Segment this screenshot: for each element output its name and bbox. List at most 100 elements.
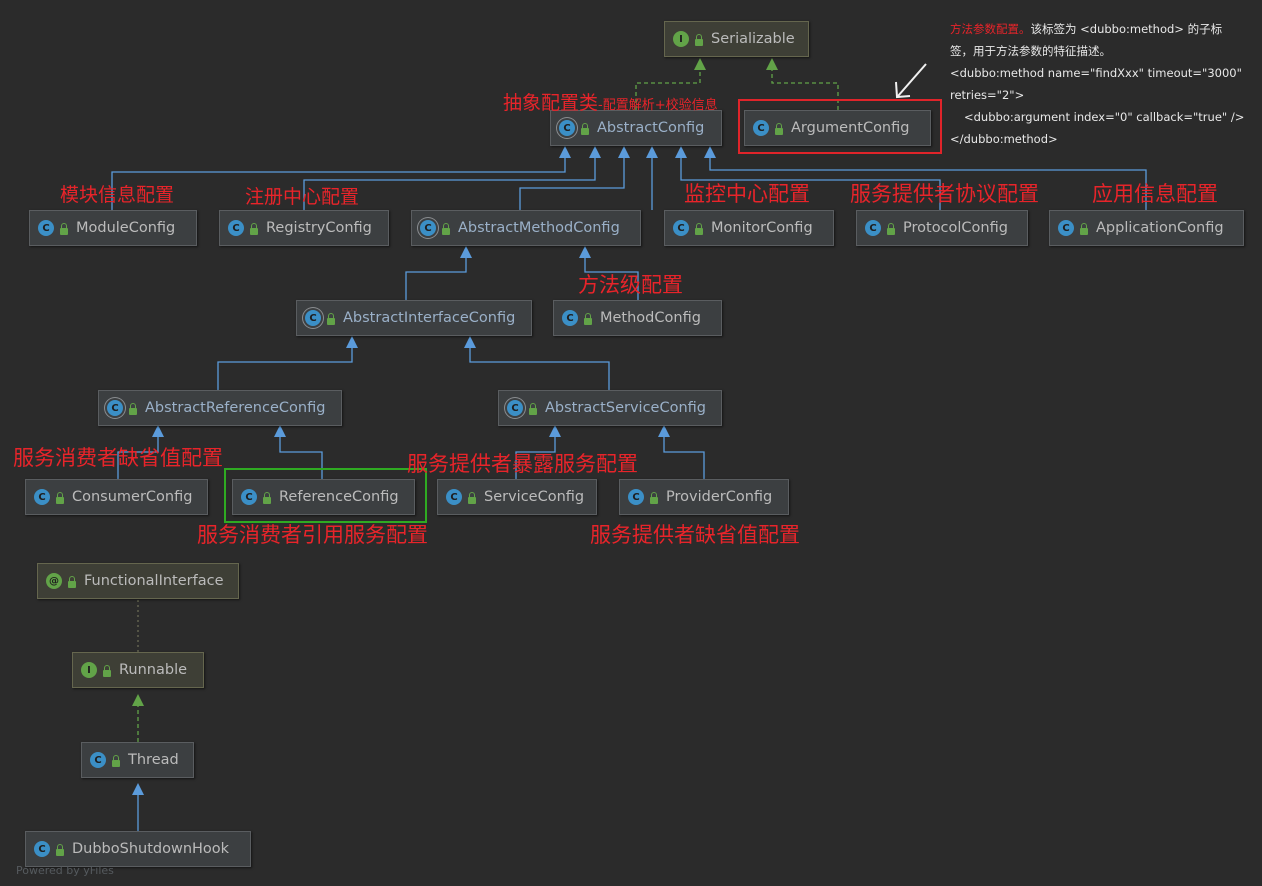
- node-label: RegistryConfig: [266, 220, 372, 236]
- lock-icon: [529, 402, 537, 415]
- lock-icon: [775, 122, 783, 135]
- lock-icon: [650, 491, 658, 504]
- node-abstract-reference-config[interactable]: C AbstractReferenceConfig: [98, 390, 342, 426]
- node-reference-config[interactable]: C ReferenceConfig: [232, 479, 415, 515]
- node-label: Serializable: [711, 31, 795, 47]
- annotation-abstract-config: 抽象配置类-配置解析+校验信息: [503, 88, 718, 115]
- lock-icon: [695, 33, 703, 46]
- info-line-1-rest: 该标签为 <dubbo:method> 的子标: [1030, 22, 1223, 36]
- node-service-config[interactable]: C ServiceConfig: [437, 479, 597, 515]
- class-icon: C: [628, 489, 644, 505]
- annotation-module: 模块信息配置: [60, 184, 175, 206]
- abstract-class-icon: C: [559, 120, 575, 136]
- node-label: DubboShutdownHook: [72, 841, 230, 857]
- info-line-3: <dubbo:method name="findXxx" timeout="30…: [950, 66, 1242, 80]
- node-label: ProviderConfig: [666, 489, 773, 505]
- lock-icon: [250, 222, 258, 235]
- lock-icon: [60, 222, 68, 235]
- node-label: ReferenceConfig: [279, 489, 399, 505]
- class-icon: C: [1058, 220, 1074, 236]
- node-label: ModuleConfig: [76, 220, 176, 236]
- class-icon: C: [446, 489, 462, 505]
- lock-icon: [112, 754, 120, 767]
- annotation-monitor: 监控中心配置: [684, 182, 810, 206]
- lock-icon: [442, 222, 450, 235]
- annotation-protocol: 服务提供者协议配置: [850, 182, 1039, 206]
- annotation-provider: 服务提供者缺省值配置: [590, 523, 800, 547]
- lock-icon: [103, 664, 111, 677]
- argument-config-description: 方法参数配置。该标签为 <dubbo:method> 的子标 签，用于方法参数的…: [950, 18, 1260, 150]
- annotation-icon: @: [46, 573, 62, 589]
- node-abstract-method-config[interactable]: C AbstractMethodConfig: [411, 210, 641, 246]
- interface-icon: I: [673, 31, 689, 47]
- node-label: MethodConfig: [600, 310, 701, 326]
- node-method-config[interactable]: C MethodConfig: [553, 300, 722, 336]
- lock-icon: [56, 843, 64, 856]
- class-icon: C: [865, 220, 881, 236]
- edge-abstractserviceconfig: [464, 336, 610, 390]
- node-label: ApplicationConfig: [1096, 220, 1224, 236]
- node-provider-config[interactable]: C ProviderConfig: [619, 479, 789, 515]
- node-abstract-config[interactable]: C AbstractConfig: [550, 110, 722, 146]
- annotation-reference: 服务消费者引用服务配置: [197, 523, 428, 547]
- annotation-service: 服务提供者暴露服务配置: [407, 452, 638, 476]
- node-monitor-config[interactable]: C MonitorConfig: [664, 210, 834, 246]
- node-label: Thread: [128, 752, 179, 768]
- pointer-arrow-icon: [895, 63, 927, 99]
- node-label: ConsumerConfig: [72, 489, 193, 505]
- node-label: MonitorConfig: [711, 220, 813, 236]
- info-title: 方法参数配置。: [950, 22, 1031, 36]
- node-thread[interactable]: C Thread: [81, 742, 194, 778]
- class-icon: C: [228, 220, 244, 236]
- info-line-6: </dubbo:method>: [950, 132, 1058, 146]
- lock-icon: [1080, 222, 1088, 235]
- node-label: AbstractMethodConfig: [458, 220, 620, 236]
- node-abstract-service-config[interactable]: C AbstractServiceConfig: [498, 390, 722, 426]
- lock-icon: [584, 312, 592, 325]
- class-icon: C: [38, 220, 54, 236]
- node-serializable[interactable]: I Serializable: [664, 21, 809, 57]
- info-line-5: <dubbo:argument index="0" callback="true…: [964, 110, 1245, 124]
- interface-icon: I: [81, 662, 97, 678]
- info-line-2: 签，用于方法参数的特征描述。: [950, 44, 1111, 58]
- lock-icon: [695, 222, 703, 235]
- annotation-abstract-config-sub: -配置解析+校验信息: [598, 98, 718, 113]
- lock-icon: [263, 491, 271, 504]
- node-functional-interface[interactable]: @ FunctionalInterface: [37, 563, 239, 599]
- lock-icon: [887, 222, 895, 235]
- node-consumer-config[interactable]: C ConsumerConfig: [25, 479, 208, 515]
- edge-providerconfig: [658, 425, 705, 479]
- node-protocol-config[interactable]: C ProtocolConfig: [856, 210, 1028, 246]
- edge-abstractinterfaceconfig: [405, 246, 472, 300]
- class-icon: C: [562, 310, 578, 326]
- annotation-abstract-config-main: 抽象配置类: [503, 92, 599, 114]
- lock-icon: [129, 402, 137, 415]
- node-module-config[interactable]: C ModuleConfig: [29, 210, 197, 246]
- class-icon: C: [34, 841, 50, 857]
- node-label: AbstractServiceConfig: [545, 400, 706, 416]
- node-application-config[interactable]: C ApplicationConfig: [1049, 210, 1244, 246]
- lock-icon: [327, 312, 335, 325]
- abstract-class-icon: C: [507, 400, 523, 416]
- class-icon: C: [34, 489, 50, 505]
- lock-icon: [68, 575, 76, 588]
- annotation-registry: 注册中心配置: [245, 186, 360, 208]
- node-label: ArgumentConfig: [791, 120, 910, 136]
- footer-credit: Powered by yFiles: [16, 864, 114, 877]
- node-dubbo-shutdown-hook[interactable]: C DubboShutdownHook: [25, 831, 251, 867]
- node-label: FunctionalInterface: [84, 573, 224, 589]
- node-abstract-interface-config[interactable]: C AbstractInterfaceConfig: [296, 300, 532, 336]
- abstract-class-icon: C: [107, 400, 123, 416]
- node-label: Runnable: [119, 662, 188, 678]
- node-label: ProtocolConfig: [903, 220, 1008, 236]
- node-runnable[interactable]: I Runnable: [72, 652, 204, 688]
- node-argument-config[interactable]: C ArgumentConfig: [744, 110, 931, 146]
- node-registry-config[interactable]: C RegistryConfig: [219, 210, 389, 246]
- lock-icon: [581, 122, 589, 135]
- annotation-method: 方法级配置: [578, 273, 683, 297]
- edge-abstractmethodconfig: [519, 146, 630, 210]
- annotation-application: 应用信息配置: [1092, 182, 1218, 206]
- class-icon: C: [673, 220, 689, 236]
- node-label: AbstractInterfaceConfig: [343, 310, 516, 326]
- info-line-1: 方法参数配置。该标签为 <dubbo:method> 的子标: [950, 18, 1260, 40]
